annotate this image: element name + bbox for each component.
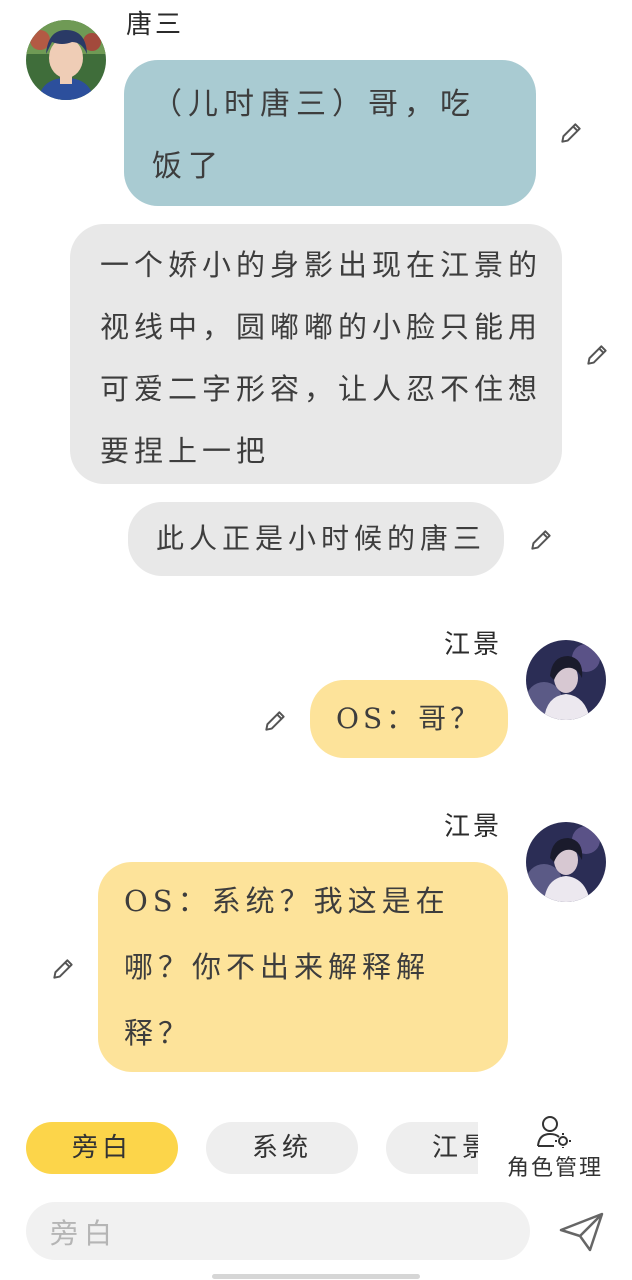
bubble-line: 可爱二字形容，让人忍不住想: [100, 372, 543, 406]
bubble-line: （儿时唐三）哥，吃: [152, 87, 476, 122]
bubble-line: 释？: [124, 1016, 193, 1050]
speaker-name: 唐三: [126, 10, 185, 40]
bubble-line: 要捏上一把: [100, 434, 271, 468]
role-chip-pangbai[interactable]: 旁白: [26, 1122, 178, 1174]
user-gear-icon: [537, 1116, 571, 1148]
role-manager-label: 角色管理: [506, 1156, 603, 1181]
edit-icon[interactable]: [262, 708, 288, 734]
role-chip-scroller[interactable]: 旁白 系统 江景: [0, 1110, 478, 1190]
role-chip-jiangjing[interactable]: 江景: [386, 1122, 478, 1174]
speaker-name: 江景: [444, 812, 503, 842]
edit-icon[interactable]: [558, 120, 584, 146]
bubble-line: 哪？你不出来解释解: [124, 950, 431, 984]
edit-icon[interactable]: [528, 527, 554, 553]
chat-bubble-jiangjing[interactable]: OS：系统？我这是在 哪？你不出来解释解 释？: [98, 862, 508, 1072]
edit-icon[interactable]: [584, 342, 610, 368]
chat-bubble-tangsan[interactable]: （儿时唐三）哥，吃 饭了: [124, 60, 536, 206]
bubble-line: OS：系统？我这是在: [124, 884, 450, 918]
narration-bubble[interactable]: 一个娇小的身影出现在江景的 视线中，圆嘟嘟的小脸只能用 可爱二字形容，让人忍不住…: [70, 224, 562, 484]
avatar-tangsan[interactable]: [26, 20, 106, 100]
role-chip-xitong[interactable]: 系统: [206, 1122, 358, 1174]
speaker-name: 江景: [444, 630, 503, 660]
bubble-line: 视线中，圆嘟嘟的小脸只能用: [100, 310, 543, 344]
bubble-line: 饭了: [152, 149, 224, 184]
home-indicator: [212, 1274, 420, 1279]
avatar-jiangjing[interactable]: [526, 640, 606, 720]
bubble-text: OS：哥？: [336, 702, 483, 735]
chat-bubble-jiangjing[interactable]: OS：哥？: [310, 680, 508, 758]
avatar-jiangjing[interactable]: [526, 822, 606, 902]
bubble-text: 此人正是小时候的唐三: [156, 522, 487, 555]
bubble-line: 一个娇小的身影出现在江景的: [100, 248, 543, 282]
send-icon: [559, 1212, 604, 1252]
input-placeholder: 旁白: [50, 1217, 119, 1250]
send-button[interactable]: [558, 1210, 606, 1254]
narration-bubble[interactable]: 此人正是小时候的唐三: [128, 502, 504, 576]
message-input[interactable]: 旁白: [26, 1202, 530, 1260]
edit-icon[interactable]: [50, 956, 76, 982]
role-manager-button[interactable]: 角色管理: [500, 1112, 610, 1182]
